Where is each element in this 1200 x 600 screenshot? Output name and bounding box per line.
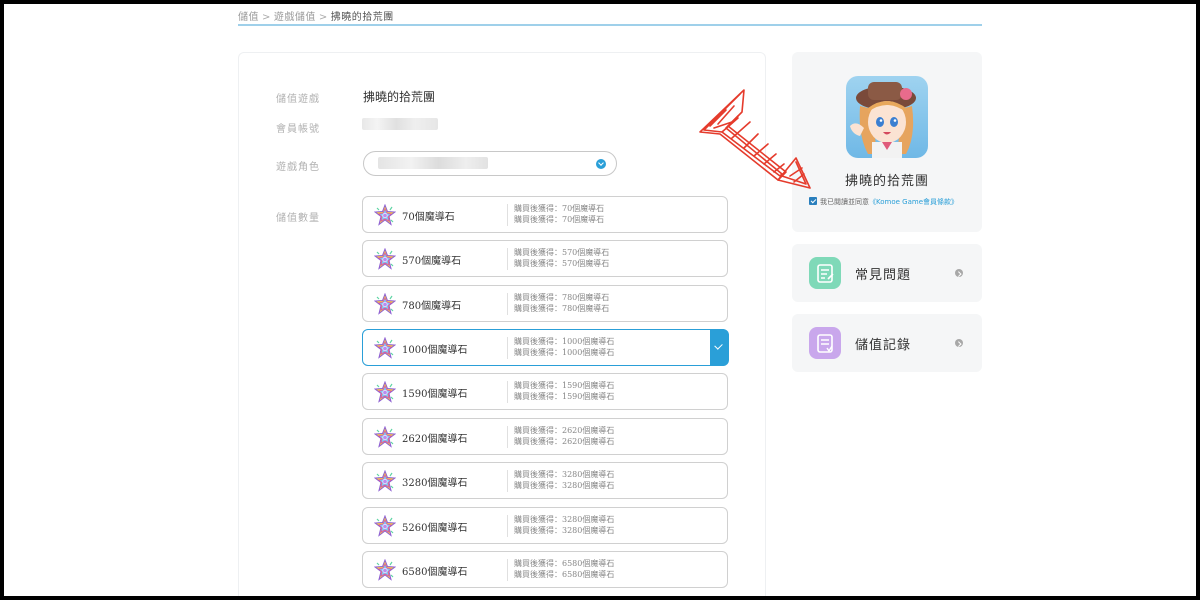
magic-stone-icon bbox=[374, 248, 396, 270]
package-option[interactable]: 2620個魔導石 購買後獲得：2620個魔導石 購買後獲得：2620個魔導石 bbox=[362, 418, 728, 455]
terms-agreement: 我已閱讀並同意《Komoe Game會員條款》 bbox=[809, 197, 958, 207]
package-option[interactable]: 6580個魔導石 購買後獲得：6580個魔導石 購買後獲得：6580個魔導石 bbox=[362, 551, 728, 588]
package-info-line: 購買後獲得：70個魔導石 bbox=[514, 215, 605, 224]
package-info-line: 購買後獲得：6580個魔導石 bbox=[514, 570, 615, 579]
role-label: 遊戲角色 bbox=[276, 162, 320, 173]
package-info: 購買後獲得：2620個魔導石 購買後獲得：2620個魔導石 bbox=[514, 425, 614, 447]
magic-stone-icon bbox=[374, 426, 396, 448]
selected-check-icon bbox=[709, 328, 729, 366]
package-info-line: 購買後獲得：1000個魔導石 bbox=[514, 348, 615, 357]
game-value: 拂曉的拾荒團 bbox=[363, 90, 436, 104]
package-info: 購買後獲得：3280個魔導石 購買後獲得：3280個魔導石 bbox=[514, 514, 614, 536]
magic-stone-icon bbox=[374, 515, 396, 537]
package-info-line: 購買後獲得：1000個魔導石 bbox=[514, 337, 615, 346]
package-info-line: 購買後獲得：2620個魔導石 bbox=[514, 437, 615, 446]
faq-label: 常見問題 bbox=[855, 268, 912, 283]
package-info: 購買後獲得：70個魔導石 購買後獲得：70個魔導石 bbox=[514, 203, 604, 225]
terms-text: 我已閱讀並同意 bbox=[820, 198, 869, 206]
magic-stone-icon bbox=[374, 470, 396, 492]
package-divider bbox=[507, 248, 508, 270]
package-option[interactable]: 5260個魔導石 購買後獲得：3280個魔導石 購買後獲得：3280個魔導石 bbox=[362, 507, 728, 544]
record-icon bbox=[809, 327, 841, 359]
topup-record-card[interactable]: 儲值記錄 bbox=[792, 314, 982, 372]
package-name: 2620個魔導石 bbox=[402, 434, 468, 445]
terms-link[interactable]: 《Komoe Game會員條款》 bbox=[869, 198, 958, 206]
magic-stone-icon bbox=[374, 293, 396, 315]
package-info: 購買後獲得：3280個魔導石 購買後獲得：3280個魔導石 bbox=[514, 469, 614, 491]
package-name: 70個魔導石 bbox=[402, 212, 455, 223]
package-name: 1000個魔導石 bbox=[402, 345, 468, 356]
package-divider bbox=[507, 337, 508, 359]
package-option[interactable]: 1000個魔導石 購買後獲得：1000個魔導石 購買後獲得：1000個魔導石 bbox=[362, 328, 729, 366]
package-name: 3280個魔導石 bbox=[402, 478, 468, 489]
breadcrumb-separator: > bbox=[318, 12, 328, 23]
package-name: 6580個魔導石 bbox=[402, 567, 468, 578]
chevron-right-icon bbox=[955, 339, 963, 347]
role-value-redacted bbox=[378, 157, 488, 169]
package-info-line: 購買後獲得：570個魔導石 bbox=[514, 259, 610, 268]
package-name: 780個魔導石 bbox=[402, 301, 462, 312]
package-divider bbox=[507, 515, 508, 537]
package-divider bbox=[507, 426, 508, 448]
package-option[interactable]: 780個魔導石 購買後獲得：780個魔導石 購買後獲得：780個魔導石 bbox=[362, 285, 728, 322]
sidebar-game-name: 拂曉的拾荒團 bbox=[844, 174, 929, 189]
terms-checkbox[interactable] bbox=[809, 197, 817, 205]
breadcrumb-parent[interactable]: 遊戲儲值 bbox=[274, 12, 316, 23]
breadcrumb-home[interactable]: 儲值 bbox=[238, 12, 259, 23]
magic-stone-icon bbox=[374, 337, 396, 359]
game-app-icon bbox=[846, 76, 928, 158]
package-divider bbox=[507, 381, 508, 403]
package-info-line: 購買後獲得：2620個魔導石 bbox=[514, 426, 615, 435]
breadcrumb-current: 拂曉的拾荒團 bbox=[330, 12, 394, 23]
package-name: 1590個魔導石 bbox=[402, 389, 468, 400]
role-select[interactable] bbox=[363, 151, 617, 176]
package-info-line: 購買後獲得：3280個魔導石 bbox=[514, 526, 615, 535]
package-name: 5260個魔導石 bbox=[402, 523, 468, 534]
chevron-right-icon bbox=[955, 269, 963, 277]
package-info-line: 購買後獲得：570個魔導石 bbox=[514, 248, 610, 257]
package-info-line: 購買後獲得：6580個魔導石 bbox=[514, 559, 615, 568]
header-divider bbox=[238, 24, 982, 26]
annotation-arrow-icon bbox=[699, 89, 811, 189]
package-info-line: 購買後獲得：70個魔導石 bbox=[514, 204, 605, 213]
package-info: 購買後獲得：6580個魔導石 購買後獲得：6580個魔導石 bbox=[514, 558, 614, 580]
chevron-down-icon bbox=[596, 159, 606, 169]
account-value-redacted bbox=[362, 118, 438, 130]
package-name: 570個魔導石 bbox=[402, 256, 462, 267]
package-info: 購買後獲得：570個魔導石 購買後獲得：570個魔導石 bbox=[514, 247, 609, 269]
package-info: 購買後獲得：1590個魔導石 購買後獲得：1590個魔導石 bbox=[514, 380, 614, 402]
magic-stone-icon bbox=[374, 381, 396, 403]
package-divider bbox=[507, 470, 508, 492]
game-label: 儲值遊戲 bbox=[276, 94, 320, 105]
package-divider bbox=[507, 559, 508, 581]
account-label: 會員帳號 bbox=[276, 124, 320, 135]
package-info: 購買後獲得：780個魔導石 購買後獲得：780個魔導石 bbox=[514, 292, 609, 314]
package-info-line: 購買後獲得：780個魔導石 bbox=[514, 293, 610, 302]
package-divider bbox=[507, 204, 508, 226]
package-option[interactable]: 70個魔導石 購買後獲得：70個魔導石 購買後獲得：70個魔導石 bbox=[362, 196, 728, 233]
package-divider bbox=[507, 293, 508, 315]
topup-record-label: 儲值記錄 bbox=[855, 338, 912, 353]
package-info-line: 購買後獲得：3280個魔導石 bbox=[514, 515, 615, 524]
package-option[interactable]: 1590個魔導石 購買後獲得：1590個魔導石 購買後獲得：1590個魔導石 bbox=[362, 373, 728, 410]
package-info-line: 購買後獲得：3280個魔導石 bbox=[514, 470, 615, 479]
breadcrumb: 儲值 > 遊戲儲值 > 拂曉的拾荒團 bbox=[238, 8, 394, 23]
faq-icon bbox=[809, 257, 841, 289]
magic-stone-icon bbox=[374, 559, 396, 581]
package-option[interactable]: 3280個魔導石 購買後獲得：3280個魔導石 購買後獲得：3280個魔導石 bbox=[362, 462, 728, 499]
package-info-line: 購買後獲得：3280個魔導石 bbox=[514, 481, 615, 490]
amount-label: 儲值數量 bbox=[276, 213, 320, 224]
faq-card[interactable]: 常見問題 bbox=[792, 244, 982, 302]
package-info-line: 購買後獲得：780個魔導石 bbox=[514, 304, 610, 313]
package-info-line: 購買後獲得：1590個魔導石 bbox=[514, 381, 615, 390]
package-info-line: 購買後獲得：1590個魔導石 bbox=[514, 392, 615, 401]
package-option[interactable]: 570個魔導石 購買後獲得：570個魔導石 購買後獲得：570個魔導石 bbox=[362, 240, 728, 277]
magic-stone-icon bbox=[374, 204, 396, 226]
package-info: 購買後獲得：1000個魔導石 購買後獲得：1000個魔導石 bbox=[514, 336, 614, 358]
breadcrumb-separator: > bbox=[262, 12, 271, 23]
